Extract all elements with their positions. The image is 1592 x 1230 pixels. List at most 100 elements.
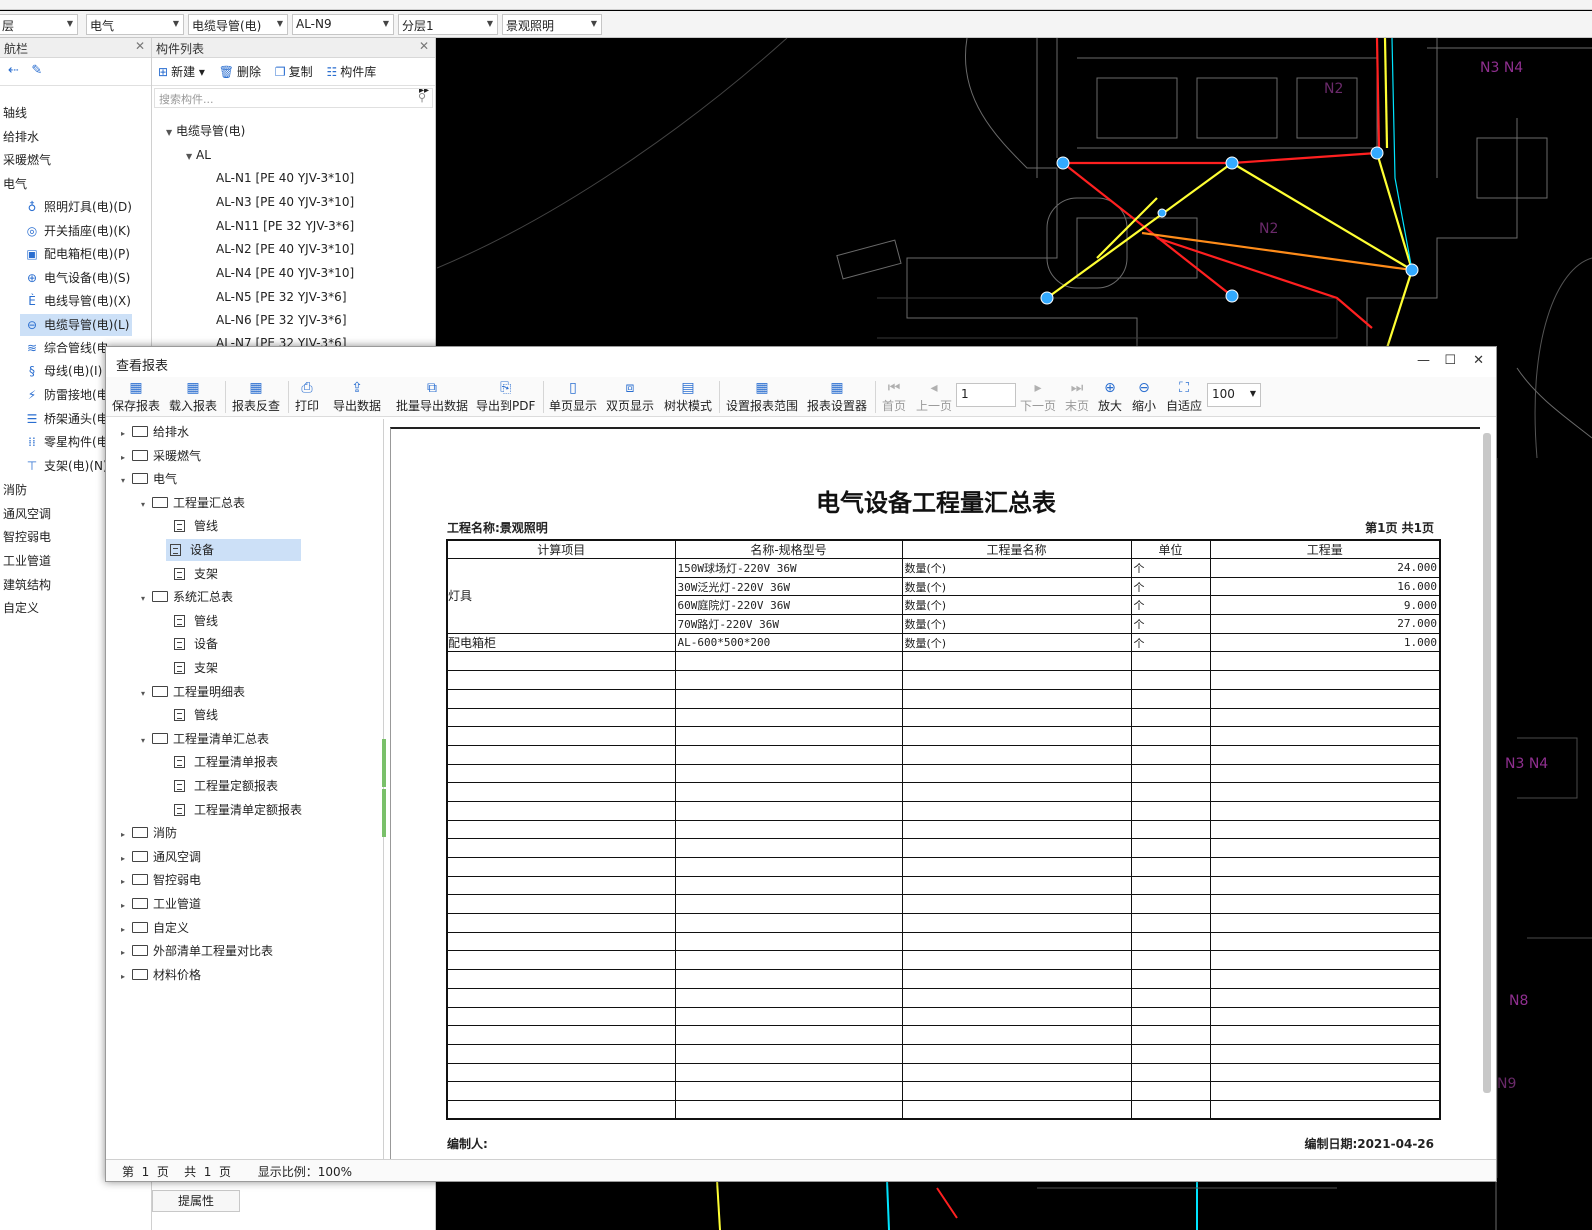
component-combo[interactable]: AL-N9 ▼ bbox=[292, 14, 394, 35]
nav-group-heating[interactable]: 采暖燃气 bbox=[3, 149, 51, 171]
chevron-down-icon[interactable]: ▾ bbox=[136, 494, 150, 516]
single-page-button[interactable]: ▯ 单页显示 bbox=[549, 379, 597, 415]
chevron-right-icon[interactable]: ▸ bbox=[116, 895, 130, 917]
report-tree-item[interactable]: ▸ 给排水 bbox=[116, 421, 189, 443]
zoom-select[interactable]: 100 ▼ bbox=[1207, 383, 1261, 407]
nav-item-switch[interactable]: ◎ 开关插座(电)(K) bbox=[20, 220, 132, 242]
report-tree-item[interactable]: 设备 bbox=[166, 539, 301, 561]
component-item[interactable]: AL-N11 [PE 32 YJV-3*6] bbox=[216, 215, 354, 238]
chevron-right-icon[interactable]: ▸ bbox=[116, 942, 130, 964]
nav-group-plumbing[interactable]: 给排水 bbox=[3, 126, 39, 148]
nav-item-lighting[interactable]: ♁ 照明灯具(电)(D) bbox=[20, 196, 132, 218]
nav-item-panel[interactable]: ▣ 配电箱柜(电)(P) bbox=[20, 243, 132, 265]
prev-page-button[interactable]: ◂ 上一页 bbox=[916, 379, 952, 415]
report-tree-item[interactable]: ▾ 工程量汇总表 bbox=[136, 492, 245, 514]
nav-group-hvac[interactable]: 通风空调 bbox=[3, 503, 51, 525]
close-icon[interactable]: ✕ bbox=[1473, 353, 1484, 368]
chevron-right-icon[interactable]: ▸ bbox=[116, 966, 130, 988]
component-search-input[interactable]: 搜索构件... ⚲ bbox=[154, 88, 433, 108]
report-tree-item[interactable]: ▸ 通风空调 bbox=[116, 846, 201, 868]
close-icon[interactable]: ✕ bbox=[419, 39, 429, 53]
component-item[interactable]: AL-N3 [PE 40 YJV-3*10] bbox=[216, 191, 354, 214]
nav-item-wire[interactable]: Ѐ 电线导管(电)(X) bbox=[20, 290, 132, 312]
nav-group-structure[interactable]: 建筑结构 bbox=[3, 574, 51, 596]
nav-group-fire[interactable]: 消防 bbox=[3, 479, 27, 501]
last-page-button[interactable]: ⏭ 末页 bbox=[1065, 379, 1089, 415]
delete-button[interactable]: 🗑 删除 bbox=[219, 65, 261, 79]
chevron-right-icon[interactable]: ▸ bbox=[116, 871, 130, 893]
report-tree-item[interactable]: ▾ 工程量清单汇总表 bbox=[136, 728, 269, 750]
component-item[interactable]: AL-N1 [PE 40 YJV-3*10] bbox=[216, 167, 354, 190]
report-check-button[interactable]: ▦ 报表反查 bbox=[232, 379, 280, 415]
fit-button[interactable]: ⛶ 自适应 bbox=[1166, 379, 1202, 415]
chevron-down-icon[interactable]: ▾ bbox=[136, 683, 150, 705]
component-item[interactable]: AL-N5 [PE 32 YJV-3*6] bbox=[216, 286, 347, 309]
properties-tab[interactable]: 提属性 bbox=[152, 1190, 240, 1212]
page-number-input[interactable]: 1 bbox=[956, 383, 1016, 407]
report-tree-item[interactable]: 支架 bbox=[156, 657, 218, 679]
vertical-scrollbar[interactable] bbox=[1483, 433, 1491, 1093]
report-tree-item[interactable]: ▸ 自定义 bbox=[116, 917, 189, 939]
chevron-right-icon[interactable]: ▸ bbox=[116, 824, 130, 846]
report-tree-item[interactable]: 工程量清单定额报表 bbox=[156, 799, 302, 821]
component-item[interactable]: AL-N2 [PE 40 YJV-3*10] bbox=[216, 238, 354, 261]
report-tree-item[interactable]: 支架 bbox=[156, 563, 218, 585]
chevron-right-icon[interactable]: ▸ bbox=[116, 919, 130, 941]
chevron-right-icon[interactable]: ▸ bbox=[116, 423, 130, 445]
next-page-button[interactable]: ▸ 下一页 bbox=[1020, 379, 1056, 415]
report-tree-item[interactable]: ▾ 工程量明细表 bbox=[136, 681, 245, 703]
component-type-combo[interactable]: 电缆导管(电) ▼ bbox=[188, 14, 288, 35]
zoom-in-button[interactable]: ⊕ 放大 bbox=[1098, 379, 1122, 415]
floor-combo[interactable]: 层 ▼ bbox=[0, 14, 78, 35]
splitter-handle[interactable] bbox=[382, 789, 386, 837]
layer-combo[interactable]: 分层1 ▼ bbox=[398, 14, 498, 35]
report-tree-item[interactable]: ▸ 采暖燃气 bbox=[116, 445, 201, 467]
report-tree-item[interactable]: ▸ 材料价格 bbox=[116, 964, 201, 986]
report-tree-item[interactable]: ▾ 系统汇总表 bbox=[136, 586, 233, 608]
export-pdf-button[interactable]: ⎘ 导出到PDF bbox=[476, 379, 535, 415]
report-range-button[interactable]: ▦ 设置报表范围 bbox=[726, 379, 798, 415]
maximize-icon[interactable]: ☐ bbox=[1444, 353, 1456, 368]
nav-item-cable[interactable]: ⊖ 电缆导管(电)(L) bbox=[20, 314, 132, 336]
close-icon[interactable]: ✕ bbox=[135, 39, 145, 53]
component-item[interactable]: AL-N4 [PE 40 YJV-3*10] bbox=[216, 262, 354, 285]
chevron-right-icon[interactable]: ▸ bbox=[116, 848, 130, 870]
nav-group-electrical[interactable]: 电气 bbox=[3, 173, 27, 195]
chevron-down-icon[interactable]: ▾ bbox=[116, 470, 130, 492]
save-report-button[interactable]: ▦ 保存报表 bbox=[112, 379, 160, 415]
discipline-combo[interactable]: 电气 ▼ bbox=[86, 14, 184, 35]
new-button[interactable]: ⊞ 新建 ▾ bbox=[158, 65, 205, 79]
report-tree-item[interactable]: ▸ 工业管道 bbox=[116, 893, 201, 915]
report-settings-button[interactable]: ▦ 报表设置器 bbox=[807, 379, 867, 415]
zoom-out-button[interactable]: ⊖ 缩小 bbox=[1132, 379, 1156, 415]
collapse-icon[interactable]: ⇠ bbox=[8, 63, 19, 78]
nav-group-axis[interactable]: 轴线 bbox=[3, 102, 27, 124]
report-tree-item[interactable]: 工程量清单报表 bbox=[156, 751, 278, 773]
report-tree-item[interactable]: 设备 bbox=[156, 633, 218, 655]
system-combo[interactable]: 景观照明 ▼ bbox=[502, 14, 602, 35]
double-page-button[interactable]: ⧈ 双页显示 bbox=[606, 379, 654, 415]
component-item[interactable]: AL-N6 [PE 32 YJV-3*6] bbox=[216, 309, 347, 332]
report-tree-item[interactable]: 工程量定额报表 bbox=[156, 775, 278, 797]
tree-mode-button[interactable]: ▤ 树状模式 bbox=[664, 379, 712, 415]
report-tree-item[interactable]: 管线 bbox=[156, 515, 218, 537]
tree-root[interactable]: ▼ 电缆导管(电) bbox=[166, 120, 245, 143]
report-tree-item[interactable]: 管线 bbox=[156, 610, 218, 632]
nav-group-lowvoltage[interactable]: 智控弱电 bbox=[3, 526, 51, 548]
edit-icon[interactable]: ✎ bbox=[31, 63, 42, 78]
minimize-icon[interactable]: — bbox=[1417, 353, 1430, 368]
nav-item-device[interactable]: ⊕ 电气设备(电)(S) bbox=[20, 267, 132, 289]
load-report-button[interactable]: ▦ 载入报表 bbox=[169, 379, 217, 415]
report-tree-item[interactable]: ▸ 智控弱电 bbox=[116, 869, 201, 891]
library-button[interactable]: ☷ 构件库 bbox=[326, 65, 376, 79]
report-tree-item[interactable]: ▾ 电气 bbox=[116, 468, 177, 490]
export-data-button[interactable]: ⇪ 导出数据 bbox=[333, 379, 381, 415]
report-tree-item[interactable]: ▸ 消防 bbox=[116, 822, 177, 844]
report-tree-item[interactable]: 管线 bbox=[156, 704, 218, 726]
print-button[interactable]: ⎙ 打印 bbox=[295, 379, 319, 415]
chevron-down-icon[interactable]: ▾ bbox=[136, 730, 150, 752]
tree-group[interactable]: ▼ AL bbox=[186, 144, 211, 167]
copy-button[interactable]: ❐ 复制 bbox=[275, 65, 313, 79]
chevron-right-icon[interactable]: ▸ bbox=[116, 447, 130, 469]
batch-export-button[interactable]: ⧉ 批量导出数据 bbox=[396, 379, 468, 415]
